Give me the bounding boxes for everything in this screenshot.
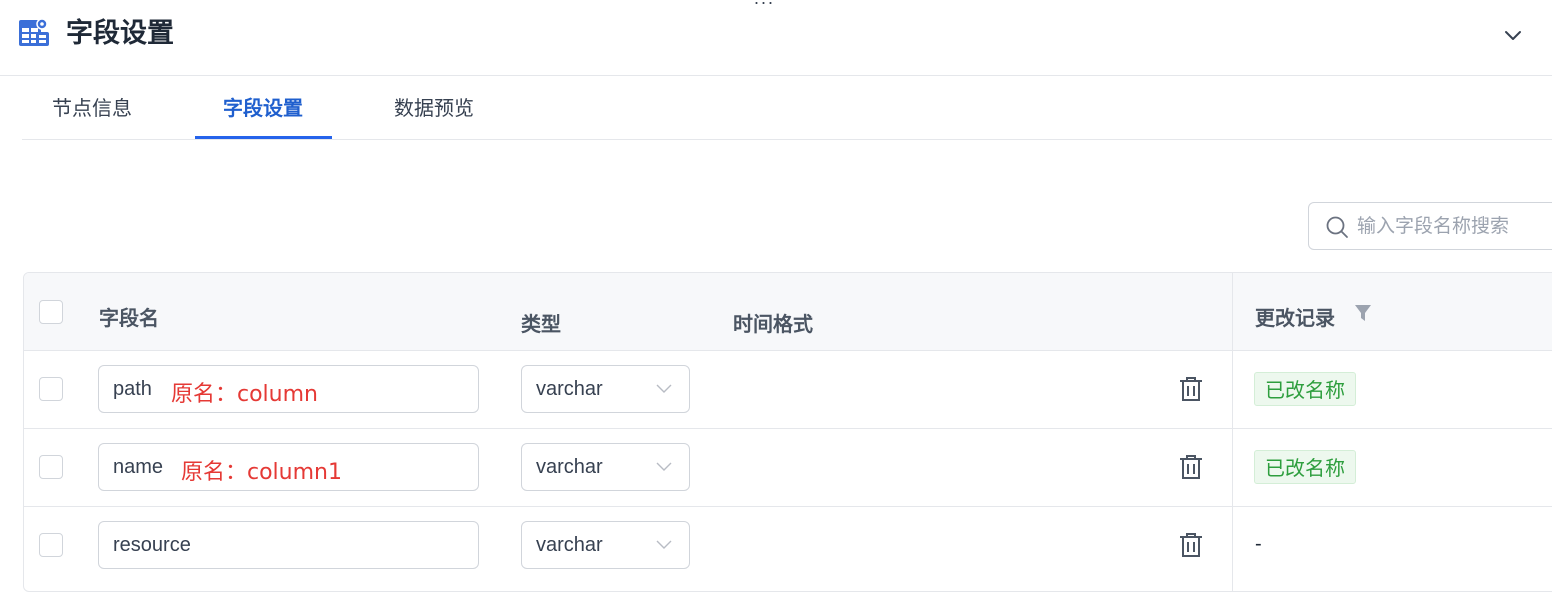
header-type: 类型 xyxy=(521,312,561,336)
select-all-checkbox[interactable] xyxy=(39,300,63,324)
trash-icon[interactable] xyxy=(1178,453,1204,481)
status-badge: 已改名称 xyxy=(1254,372,1356,406)
row-checkbox[interactable] xyxy=(39,455,63,479)
chevron-down-icon xyxy=(656,540,672,549)
header-field-name: 字段名 xyxy=(99,306,159,330)
original-name-label: 原名：column1 xyxy=(181,460,342,485)
field-name-input[interactable]: path 原名：column xyxy=(98,365,479,413)
table-row: name 原名：column1 varchar 已改名称 xyxy=(24,429,1552,507)
field-name-input[interactable]: resource xyxy=(98,521,479,569)
trash-icon[interactable] xyxy=(1178,531,1204,559)
table-settings-icon xyxy=(19,18,49,46)
fields-table: 字段名 类型 时间格式 更改记录 path 原名：column varchar … xyxy=(23,272,1552,592)
table-row: path 原名：column varchar 已改名称 xyxy=(24,351,1552,429)
type-select[interactable]: varchar xyxy=(521,443,690,491)
type-select[interactable]: varchar xyxy=(521,365,690,413)
type-value: varchar xyxy=(536,534,603,556)
search-box xyxy=(1308,202,1552,250)
column-divider xyxy=(1232,273,1233,591)
tab-node-info[interactable]: 节点信息 xyxy=(50,77,134,139)
table-row: resource varchar - xyxy=(24,507,1552,585)
tab-data-preview[interactable]: 数据预览 xyxy=(392,77,476,139)
original-name-label: 原名：column xyxy=(171,382,318,407)
header-change-log: 更改记录 xyxy=(1255,306,1335,330)
tab-bar: 节点信息 字段设置 数据预览 xyxy=(22,77,1552,140)
page-title: 字段设置 xyxy=(66,18,174,49)
field-name-value: name xyxy=(113,456,164,478)
panel-header: 字段设置 xyxy=(0,0,1552,76)
search-input[interactable] xyxy=(1357,203,1552,249)
row-checkbox[interactable] xyxy=(39,533,63,557)
change-log-empty: - xyxy=(1255,533,1262,555)
field-name-input[interactable]: name 原名：column1 xyxy=(98,443,479,491)
tab-field-settings[interactable]: 字段设置 xyxy=(221,77,305,139)
filter-icon[interactable] xyxy=(1354,303,1372,323)
search-icon xyxy=(1326,216,1348,238)
table-header: 字段名 类型 时间格式 更改记录 xyxy=(24,273,1552,351)
status-badge: 已改名称 xyxy=(1254,450,1356,484)
type-value: varchar xyxy=(536,456,603,478)
header-time-format: 时间格式 xyxy=(733,312,813,336)
type-value: varchar xyxy=(536,378,603,400)
type-select[interactable]: varchar xyxy=(521,521,690,569)
field-name-value: resource xyxy=(113,534,191,556)
chevron-down-icon xyxy=(656,462,672,471)
chevron-down-icon xyxy=(656,384,672,393)
chevron-down-icon[interactable] xyxy=(1500,22,1526,48)
trash-icon[interactable] xyxy=(1178,375,1204,403)
field-name-value: path xyxy=(113,378,152,400)
row-checkbox[interactable] xyxy=(39,377,63,401)
active-tab-indicator xyxy=(195,136,332,139)
